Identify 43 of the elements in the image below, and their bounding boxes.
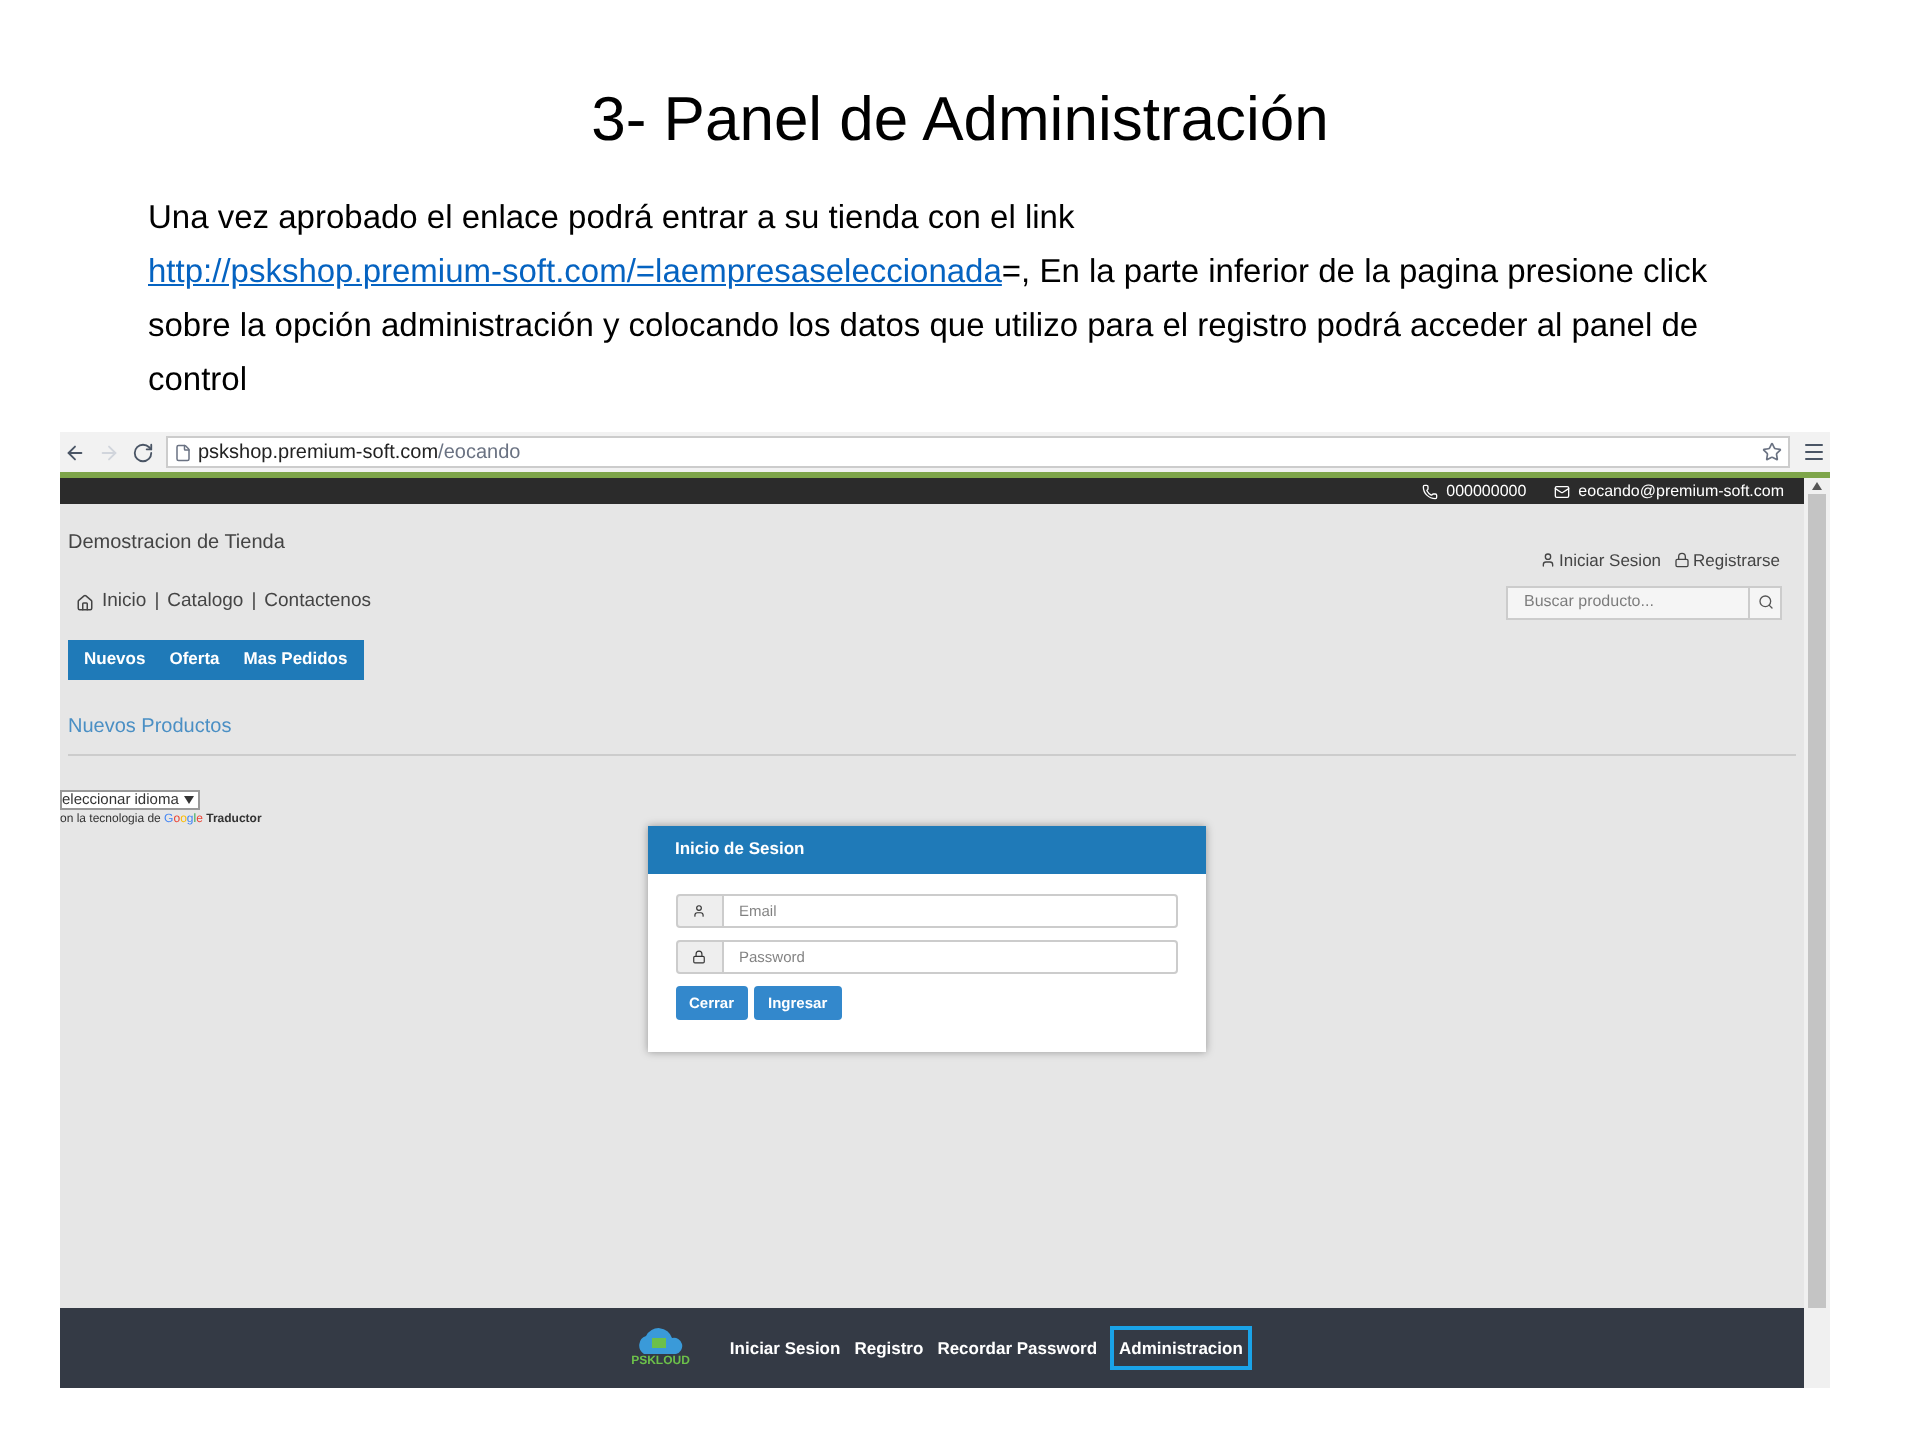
menu-icon[interactable] bbox=[1802, 440, 1826, 464]
back-icon[interactable] bbox=[64, 441, 86, 463]
slide-title: 3- Panel de Administración bbox=[591, 84, 1329, 156]
dialog-title: Inicio de Sesion bbox=[675, 836, 805, 863]
lock-icon bbox=[692, 949, 706, 964]
url-text: pskshop.premium-soft.com/eocando bbox=[198, 439, 521, 467]
nav-link[interactable]: Contactenos bbox=[264, 588, 371, 617]
search-field[interactable]: Buscar producto... bbox=[1506, 585, 1750, 620]
mail-icon bbox=[1554, 483, 1571, 499]
dropdown-arrow-icon bbox=[184, 795, 195, 804]
home-icon bbox=[76, 593, 94, 612]
phone-info: 000000000 bbox=[1422, 479, 1527, 503]
footer-link[interactable]: Iniciar Sesion bbox=[727, 1329, 843, 1367]
account-link[interactable]: Iniciar Sesion bbox=[1539, 548, 1662, 574]
section-title: Nuevos Productos bbox=[68, 715, 232, 738]
email-info: eocando@premium-soft.com bbox=[1554, 479, 1784, 503]
nav-link[interactable]: Inicio bbox=[102, 588, 147, 617]
phone-icon bbox=[1422, 483, 1439, 499]
footer-link[interactable]: Registro bbox=[852, 1329, 926, 1367]
slide-paragraph: Una vez aprobado el enlace podrá entrar a su tienda con el link http://pskshop.premium-soft.com/=laempresaseleccionada=, En la parte inferior de la pagina presione click sobre la opción administración y colocando los datos que utilizo para el registro podrá acceder al panel de control bbox=[148, 198, 1710, 402]
footer-link[interactable]: Recordar Password bbox=[935, 1329, 1100, 1367]
category-tab[interactable]: Oferta bbox=[169, 646, 220, 673]
address-bar[interactable]: pskshop.premium-soft.com/eocando bbox=[166, 436, 1790, 468]
lock-icon bbox=[1673, 552, 1690, 569]
store-name: Demostracion de Tienda bbox=[68, 530, 285, 558]
category-tab[interactable]: Nuevos bbox=[84, 646, 146, 673]
star-icon[interactable] bbox=[1762, 442, 1782, 462]
page-icon bbox=[174, 443, 192, 461]
footer-link[interactable]: Administracion bbox=[1109, 1325, 1253, 1371]
nav-separator: | bbox=[251, 588, 257, 617]
reload-icon[interactable] bbox=[132, 441, 154, 463]
category-tab[interactable]: Mas Pedidos bbox=[243, 646, 348, 673]
account-link[interactable]: Registrarse bbox=[1673, 548, 1780, 574]
cloud-logo-icon bbox=[634, 1328, 687, 1356]
shop-link[interactable]: http://pskshop.premium-soft.com/=laempresaseleccionada bbox=[148, 254, 1002, 290]
search-button[interactable] bbox=[1750, 585, 1782, 620]
user-icon bbox=[692, 903, 706, 918]
nav-separator: | bbox=[154, 588, 160, 617]
scroll-up-icon[interactable] bbox=[1812, 482, 1822, 490]
search-icon bbox=[1757, 594, 1773, 611]
nav-link[interactable]: Catalogo bbox=[167, 588, 244, 617]
user-icon bbox=[1539, 552, 1555, 569]
scrollbar-thumb[interactable] bbox=[1808, 494, 1826, 1308]
